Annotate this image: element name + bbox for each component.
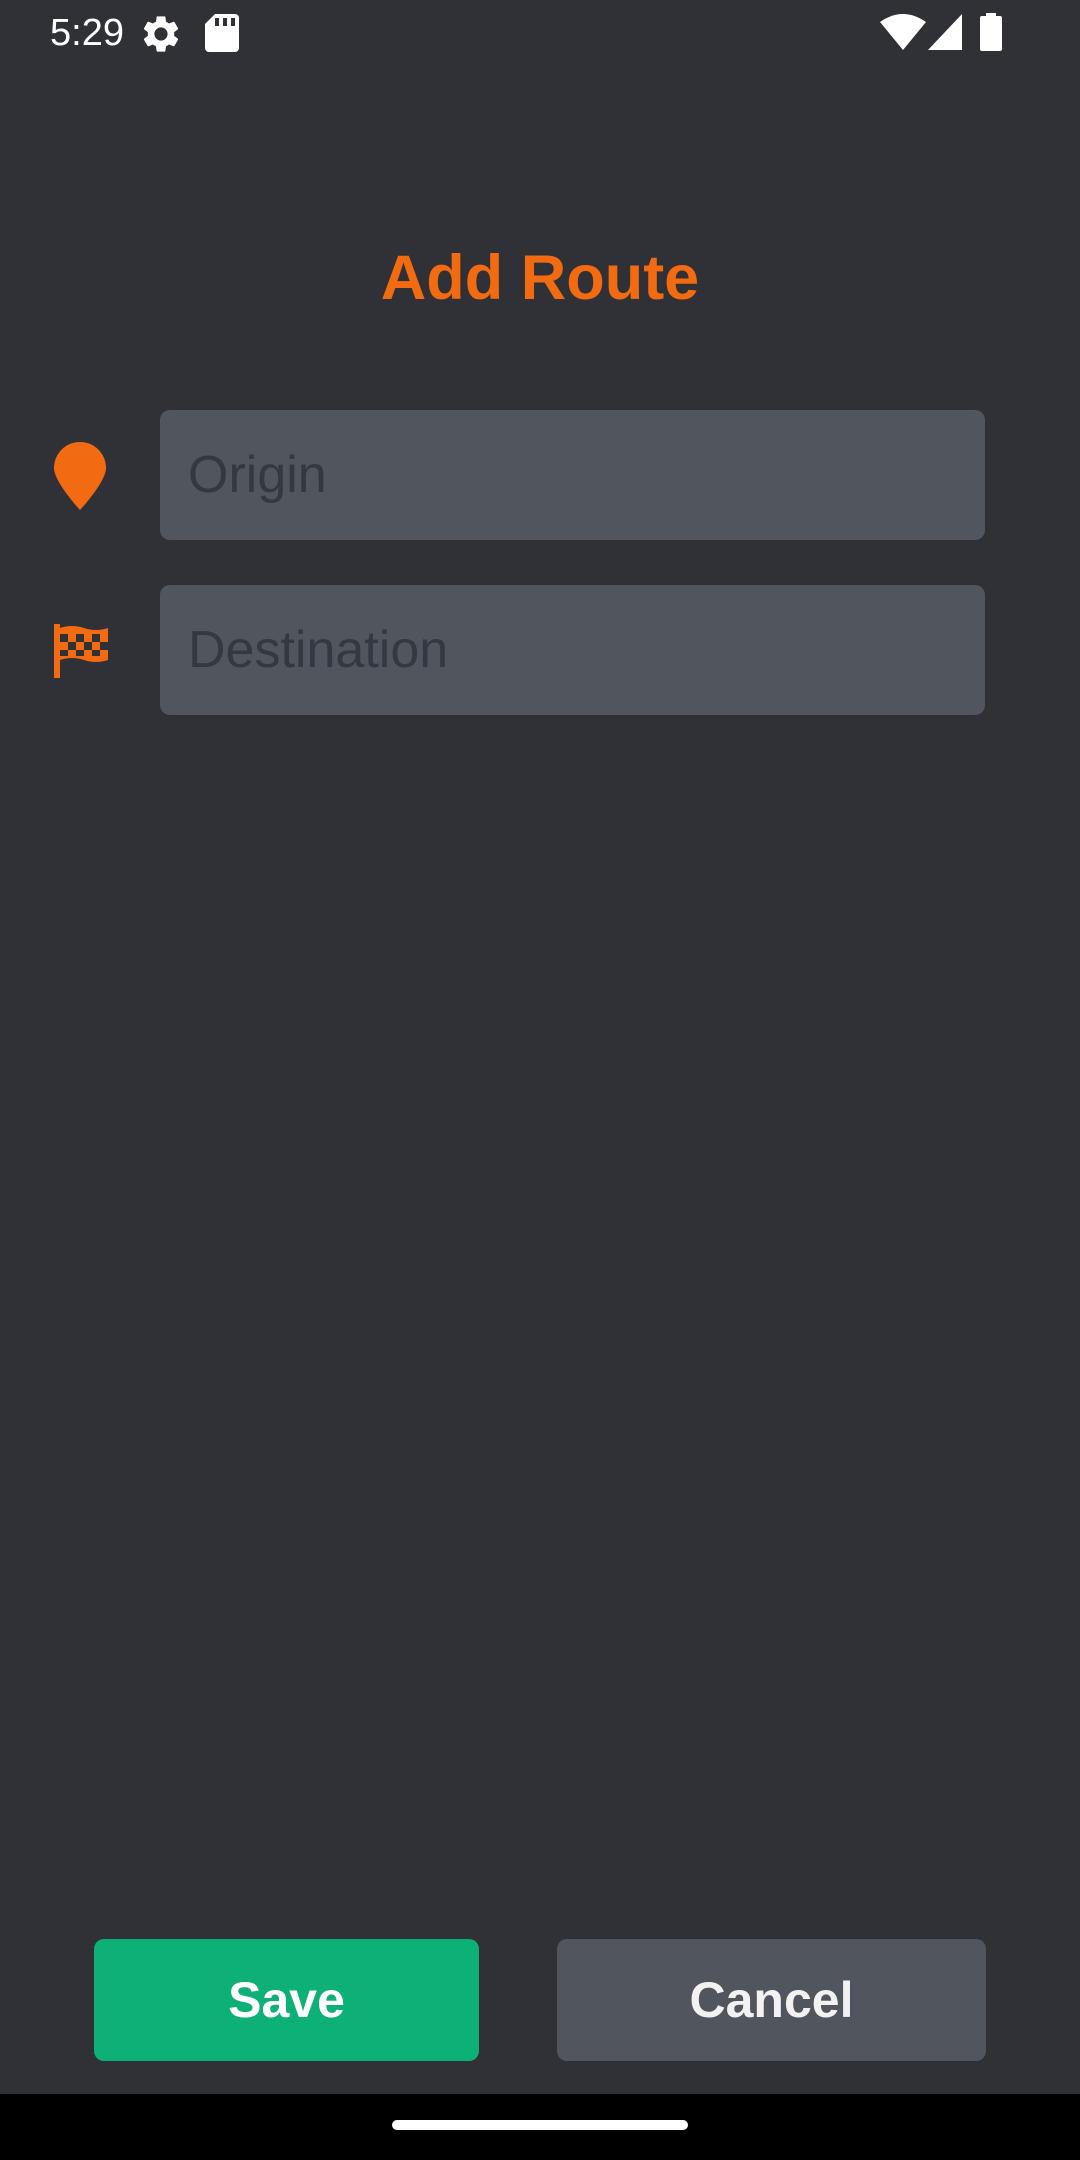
save-button[interactable]: Save bbox=[94, 1939, 479, 2061]
status-time: 5:29 bbox=[50, 12, 124, 54]
cell-signal-icon bbox=[928, 14, 962, 50]
checkered-flag-icon bbox=[54, 624, 108, 678]
sd-card-icon bbox=[205, 14, 239, 52]
battery-icon bbox=[980, 13, 1002, 51]
destination-input[interactable] bbox=[188, 585, 957, 715]
cancel-button[interactable]: Cancel bbox=[557, 1939, 986, 2061]
map-pin-icon bbox=[54, 442, 106, 510]
settings-gear-icon bbox=[143, 16, 179, 52]
wifi-icon bbox=[880, 14, 926, 50]
origin-field[interactable] bbox=[160, 410, 985, 540]
destination-field[interactable] bbox=[160, 585, 985, 715]
page-title: Add Route bbox=[380, 243, 700, 313]
origin-input[interactable] bbox=[188, 410, 957, 540]
status-bar: 5:29 bbox=[0, 0, 1080, 66]
home-gesture-handle[interactable] bbox=[392, 2120, 688, 2130]
add-route-screen: 5:29 Add Route Origin Destination Save C… bbox=[0, 0, 1080, 2160]
